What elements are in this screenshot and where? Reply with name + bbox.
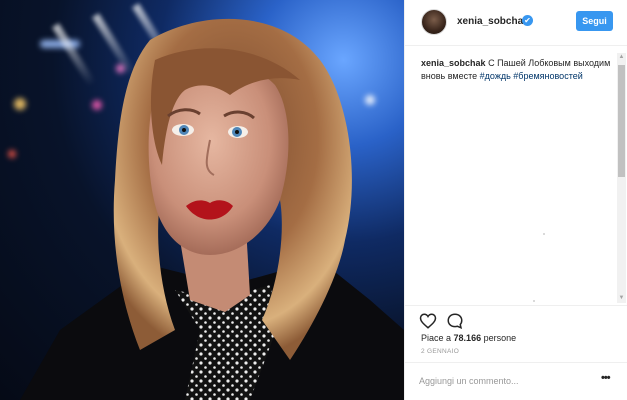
- username-link[interactable]: xenia_sobchak: [457, 16, 529, 27]
- more-options-icon[interactable]: •••: [601, 372, 611, 384]
- comments-area[interactable]: xenia_sobchak С Пашей Лобковым выходим в…: [405, 47, 627, 305]
- likes-count[interactable]: Piace a 78.166 persone: [421, 333, 516, 343]
- likes-number: 78.166: [453, 333, 482, 343]
- comment-input[interactable]: [419, 373, 579, 389]
- post-date[interactable]: 2 GENNAIO: [421, 348, 459, 355]
- loading-dot: [543, 233, 545, 235]
- scroll-up-icon[interactable]: ▲: [617, 53, 626, 62]
- likes-suffix: persone: [483, 333, 517, 343]
- post-actions: Piace a 78.166 persone: [405, 305, 627, 345]
- post-side-panel: xenia_sobchak ✔ Segui xenia_sobchak С Па…: [404, 0, 627, 400]
- verified-badge-icon: ✔: [522, 15, 533, 26]
- hashtag-link[interactable]: #дождь: [480, 71, 511, 81]
- portrait-illustration: [20, 18, 404, 400]
- likes-prefix: Piace a: [421, 333, 452, 343]
- post-photo[interactable]: [0, 0, 404, 400]
- hashtag-link[interactable]: #бремяновостей: [513, 71, 582, 81]
- heart-outline-icon[interactable]: [419, 312, 437, 330]
- scroll-down-icon[interactable]: ▼: [617, 294, 626, 303]
- post-caption: xenia_sobchak С Пашей Лобковым выходим в…: [421, 57, 611, 83]
- loading-dot: [533, 300, 535, 302]
- speech-bubble-icon[interactable]: [446, 312, 464, 330]
- comment-form: •••: [405, 362, 627, 400]
- scrollbar[interactable]: ▲ ▼: [617, 53, 626, 303]
- caption-username[interactable]: xenia_sobchak: [421, 58, 486, 68]
- follow-button[interactable]: Segui: [576, 11, 613, 31]
- scrollbar-thumb[interactable]: [618, 65, 625, 177]
- post-header: xenia_sobchak ✔ Segui: [405, 0, 627, 46]
- avatar[interactable]: [421, 9, 447, 35]
